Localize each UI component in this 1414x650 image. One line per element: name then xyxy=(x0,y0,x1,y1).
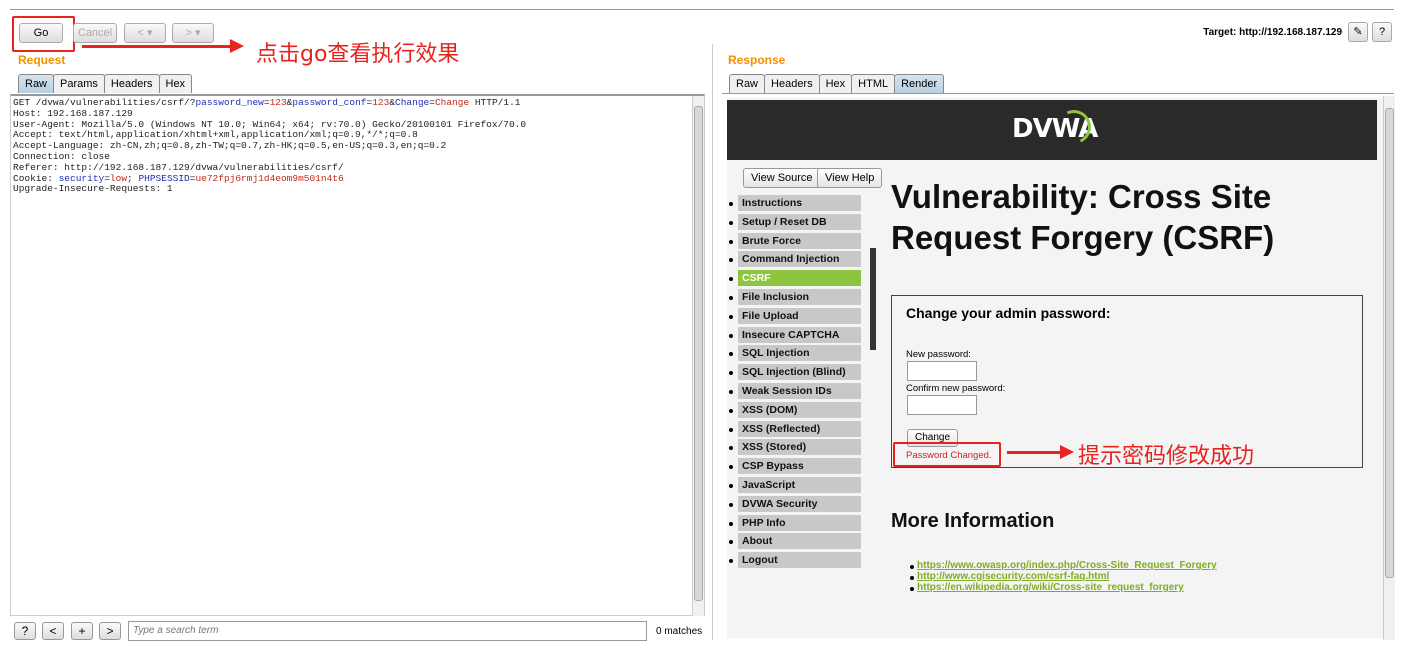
cancel-button[interactable]: Cancel xyxy=(73,23,117,43)
arrow-annotation xyxy=(82,39,244,53)
header-line: Accept-Language: zh-CN,zh;q=0.8,zh-TW;q=… xyxy=(13,140,447,152)
rendered-page: DVWA Instructions Setup / Reset DB Brute F… xyxy=(727,98,1383,638)
dvwa-banner: DVWA xyxy=(727,100,1377,160)
pencil-icon: ✎ xyxy=(1353,26,1363,38)
edit-target-button[interactable]: ✎ xyxy=(1348,22,1368,42)
link-wikipedia[interactable]: https://en.wikipedia.org/wiki/Cross-site… xyxy=(910,582,1217,593)
tab-params[interactable]: Params xyxy=(53,74,105,93)
status-highlight xyxy=(893,442,1001,467)
nav-item[interactable]: PHP Info xyxy=(729,514,861,531)
tab-headers[interactable]: Headers xyxy=(764,74,820,93)
new-password-input[interactable] xyxy=(907,361,977,381)
confirm-password-input[interactable] xyxy=(907,395,977,415)
overlap-strip xyxy=(870,248,876,350)
result-annotation: 提示密码修改成功 xyxy=(1078,444,1255,469)
tab-raw[interactable]: Raw xyxy=(729,74,766,93)
dropdown-icon: ▾ xyxy=(194,27,201,39)
new-password-label: New password: xyxy=(906,349,971,360)
back-button[interactable]: < ▾ xyxy=(124,23,166,43)
splitter[interactable] xyxy=(712,44,713,640)
dropdown-icon: ▾ xyxy=(146,27,153,39)
tab-headers[interactable]: Headers xyxy=(103,74,160,93)
nav-item[interactable]: DVWA Security xyxy=(729,495,861,512)
arrow-annotation xyxy=(1007,445,1074,459)
confirm-password-label: Confirm new password: xyxy=(906,383,1006,394)
match-count: 0 matches xyxy=(656,626,703,637)
view-help-button[interactable]: View Help xyxy=(817,168,883,188)
tab-hex[interactable]: Hex xyxy=(158,74,193,93)
nav-item[interactable]: Weak Session IDs xyxy=(729,382,861,399)
search-input[interactable]: Type a search term xyxy=(128,621,647,641)
nav-item[interactable]: XSS (Stored) xyxy=(729,439,861,456)
nav-item[interactable]: Instructions xyxy=(729,195,861,211)
nav-item[interactable]: Insecure CAPTCHA xyxy=(729,326,861,343)
nav-item[interactable]: Logout xyxy=(729,552,861,569)
nav-item[interactable]: Command Injection xyxy=(729,251,861,268)
form-title: Change your admin password: xyxy=(906,305,1111,321)
forward-button[interactable]: > ▾ xyxy=(172,23,214,43)
request-title: Request xyxy=(18,53,66,67)
go-highlight xyxy=(12,16,75,52)
response-scrollbar[interactable] xyxy=(1383,96,1395,640)
scroll-thumb[interactable] xyxy=(694,106,703,601)
nav-item[interactable]: SQL Injection xyxy=(729,345,861,362)
top-border xyxy=(10,9,1394,10)
link-owasp[interactable]: https://www.owasp.org/index.php/Cross-Si… xyxy=(910,560,1217,571)
nav-item[interactable]: Brute Force xyxy=(729,232,861,249)
nav-item[interactable]: Setup / Reset DB xyxy=(729,213,861,230)
request-scrollbar[interactable] xyxy=(692,96,704,616)
back-icon: < xyxy=(137,27,144,39)
header-line: Upgrade-Insecure-Requests: 1 xyxy=(13,183,173,195)
more-info-links: https://www.owasp.org/index.php/Cross-Si… xyxy=(910,560,1217,593)
response-title: Response xyxy=(728,53,786,67)
link-cgisecurity[interactable]: http://www.cgisecurity.com/csrf-faq.html xyxy=(910,571,1217,582)
nav-item[interactable]: CSP Bypass xyxy=(729,458,861,475)
go-annotation: 点击go查看执行效果 xyxy=(256,42,460,67)
tab-hex[interactable]: Hex xyxy=(818,74,853,93)
nav-item[interactable]: File Upload xyxy=(729,307,861,324)
nav-item[interactable]: XSS (Reflected) xyxy=(729,420,861,437)
help-button[interactable]: ? xyxy=(1372,22,1392,42)
divider xyxy=(722,93,1394,94)
nav-item[interactable]: SQL Injection (Blind) xyxy=(729,364,861,381)
nav-item[interactable]: File Inclusion xyxy=(729,288,861,305)
tab-render[interactable]: Render xyxy=(894,74,945,93)
nav-item[interactable]: JavaScript xyxy=(729,476,861,493)
request-editor[interactable]: GET /dvwa/vulnerabilities/csrf/?password… xyxy=(10,94,705,616)
search-next-button[interactable]: > xyxy=(99,622,121,640)
scroll-thumb[interactable] xyxy=(1385,108,1394,578)
target-label: Target: http://192.168.187.129 xyxy=(1203,27,1342,38)
nav-item[interactable]: CSRF xyxy=(729,270,861,287)
search-add-button[interactable]: + xyxy=(71,622,93,640)
search-help-button[interactable]: ? xyxy=(14,622,36,640)
nav-item[interactable]: XSS (DOM) xyxy=(729,401,861,418)
header-line: Host: 192.168.187.129 xyxy=(13,107,133,119)
nav-item[interactable]: About xyxy=(729,533,861,550)
forward-icon: > xyxy=(185,27,192,39)
tab-html[interactable]: HTML xyxy=(851,74,896,93)
view-source-button[interactable]: View Source xyxy=(743,168,821,188)
more-info-heading: More Information xyxy=(891,510,1055,532)
page-heading: Vulnerability: Cross Site Request Forger… xyxy=(891,178,1275,256)
dvwa-nav: Instructions Setup / Reset DB Brute Force C… xyxy=(729,195,861,571)
tab-raw[interactable]: Raw xyxy=(18,74,55,93)
search-prev-button[interactable]: < xyxy=(42,622,64,640)
